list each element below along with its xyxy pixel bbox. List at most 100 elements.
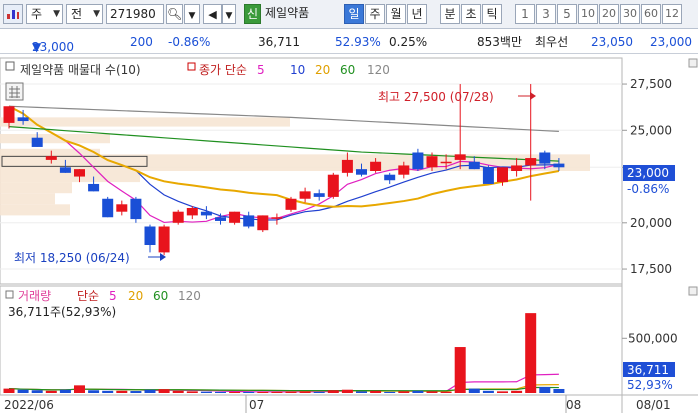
volume-bar bbox=[144, 389, 156, 393]
interval-30[interactable]: 30 bbox=[620, 4, 640, 24]
interval-10[interactable]: 10 bbox=[578, 4, 598, 24]
candle-body bbox=[243, 215, 255, 227]
market-select[interactable]: 주 ▼ bbox=[26, 4, 63, 24]
sound-button[interactable]: ◀ bbox=[203, 4, 222, 24]
interval-1-label: 1 bbox=[521, 7, 529, 21]
tab-period-year[interactable]: 년 bbox=[407, 4, 427, 24]
legend-ma60: 60 bbox=[340, 63, 355, 77]
credit-badge-label: 신 bbox=[246, 7, 259, 21]
credit-badge[interactable]: 신 bbox=[244, 4, 261, 24]
volume-scroll-button[interactable] bbox=[688, 286, 698, 296]
interval-1[interactable]: 1 bbox=[515, 4, 535, 24]
interval-120[interactable]: 12 bbox=[662, 4, 682, 24]
stock-name-label: 제일약품 bbox=[265, 6, 310, 20]
volume-bar bbox=[116, 390, 128, 393]
price-legend-name[interactable]: 제일약품 매물대 수(10) bbox=[20, 62, 141, 77]
high-price-label: 최고 27,500 (07/28) bbox=[378, 90, 494, 104]
candle-body bbox=[215, 217, 226, 221]
tab-period-second[interactable]: 초 bbox=[461, 4, 481, 24]
volume-bar bbox=[200, 391, 212, 393]
chevron-down-icon: ▼ bbox=[225, 11, 233, 21]
volume-bar bbox=[341, 389, 353, 393]
volume-bar bbox=[525, 313, 537, 393]
chart-area[interactable]: 제일약품 매물대 수(10) 종가 단순 5 10 20 60 120 최고 2… bbox=[0, 56, 698, 413]
candle-body bbox=[398, 165, 410, 175]
tab-period-day[interactable]: 일 bbox=[344, 4, 364, 24]
volume-bar bbox=[130, 391, 142, 393]
volume-bar bbox=[426, 391, 438, 393]
search-button[interactable]: 🔍︎ bbox=[166, 4, 183, 24]
candle-body bbox=[313, 193, 325, 197]
candle-body bbox=[144, 226, 156, 245]
volume-legend-name[interactable]: 거래량 bbox=[18, 289, 51, 303]
chevron-down-icon: ▼ bbox=[188, 11, 196, 21]
volume-profile-bar bbox=[0, 204, 70, 216]
candle-body bbox=[17, 117, 29, 122]
candle-body bbox=[539, 152, 551, 164]
volume-bar bbox=[327, 390, 339, 393]
quote-bar: 23,000 ▼ 200 -0.86% 36,711 52.93% 0.25% … bbox=[0, 30, 698, 54]
candle-body bbox=[158, 226, 170, 253]
price-change-pct: -0.86% bbox=[168, 35, 211, 49]
volume-bar bbox=[285, 391, 297, 393]
volume-info: 36,711주(52,93%) bbox=[8, 305, 116, 319]
interval-30-label: 30 bbox=[623, 7, 637, 20]
candle-body bbox=[271, 217, 283, 219]
legend-ma20: 20 bbox=[315, 63, 330, 77]
stock-code-input[interactable]: 271980 bbox=[106, 4, 164, 24]
candle-body bbox=[31, 137, 43, 147]
volume-profile-bar bbox=[0, 117, 290, 127]
candle-body bbox=[299, 191, 311, 199]
volume-profile-bar bbox=[0, 193, 55, 205]
tab-period-month[interactable]: 월 bbox=[386, 4, 406, 24]
volume-bar bbox=[440, 391, 452, 393]
panel-scroll-button[interactable] bbox=[688, 58, 698, 68]
candle-body bbox=[116, 204, 128, 212]
best-quote-label: 최우선 bbox=[535, 35, 569, 49]
candle-body bbox=[525, 158, 537, 166]
toolbar: 주 ▼ 전 ▼ 271980 🔍︎ ▼ ◀ ▼ 신 제일약품 일 주 월 년 분… bbox=[0, 0, 698, 29]
sound-dropdown-button[interactable]: ▼ bbox=[222, 4, 236, 24]
candle-body bbox=[356, 169, 367, 175]
candle-body bbox=[327, 174, 339, 197]
turnover-rate: 0.25% bbox=[389, 35, 428, 49]
grid-icon[interactable] bbox=[5, 82, 24, 101]
volume-bar bbox=[497, 391, 508, 393]
candle-body bbox=[468, 161, 480, 170]
chart-svg[interactable]: 제일약품 매물대 수(10) 종가 단순 5 10 20 60 120 최고 2… bbox=[0, 56, 698, 413]
interval-5[interactable]: 5 bbox=[557, 4, 577, 24]
volume-bar bbox=[553, 388, 565, 393]
tab-period-week[interactable]: 주 bbox=[365, 4, 385, 24]
interval-60[interactable]: 60 bbox=[641, 4, 661, 24]
volume-legend-ma[interactable]: 단순 bbox=[77, 289, 99, 303]
legend-ma5: 5 bbox=[257, 63, 265, 77]
interval-60-label: 60 bbox=[644, 7, 658, 20]
volume-bar bbox=[158, 389, 170, 393]
candle-body bbox=[74, 169, 85, 177]
volume-bar bbox=[257, 391, 269, 393]
jeon-select[interactable]: 전 ▼ bbox=[66, 4, 103, 24]
candle-body bbox=[497, 167, 508, 183]
price-legend-ma[interactable]: 종가 단순 bbox=[199, 63, 247, 77]
interval-3[interactable]: 3 bbox=[536, 4, 556, 24]
volume-bar bbox=[356, 391, 367, 393]
volume-bar bbox=[74, 385, 85, 393]
vol-legend-ma120: 120 bbox=[178, 289, 201, 303]
price-change: 200 bbox=[130, 35, 153, 49]
candle-body bbox=[3, 106, 15, 123]
tab-period-minute[interactable]: 분 bbox=[440, 4, 460, 24]
legend-ma120: 120 bbox=[367, 63, 390, 77]
volume-bar bbox=[384, 391, 396, 393]
volume-bar bbox=[370, 390, 382, 393]
volume-ratio: 52.93% bbox=[335, 35, 381, 49]
tab-period-tick[interactable]: 틱 bbox=[482, 4, 502, 24]
volume-bar bbox=[102, 390, 114, 393]
candle-body bbox=[45, 156, 57, 160]
code-dropdown-button[interactable]: ▼ bbox=[184, 4, 200, 24]
volume-bar bbox=[398, 391, 410, 393]
interval-10-label: 10 bbox=[581, 7, 595, 20]
chart-options-button[interactable] bbox=[3, 4, 23, 24]
interval-20[interactable]: 20 bbox=[599, 4, 619, 24]
candle-body bbox=[553, 163, 565, 168]
legend-ma10: 10 bbox=[290, 63, 305, 77]
